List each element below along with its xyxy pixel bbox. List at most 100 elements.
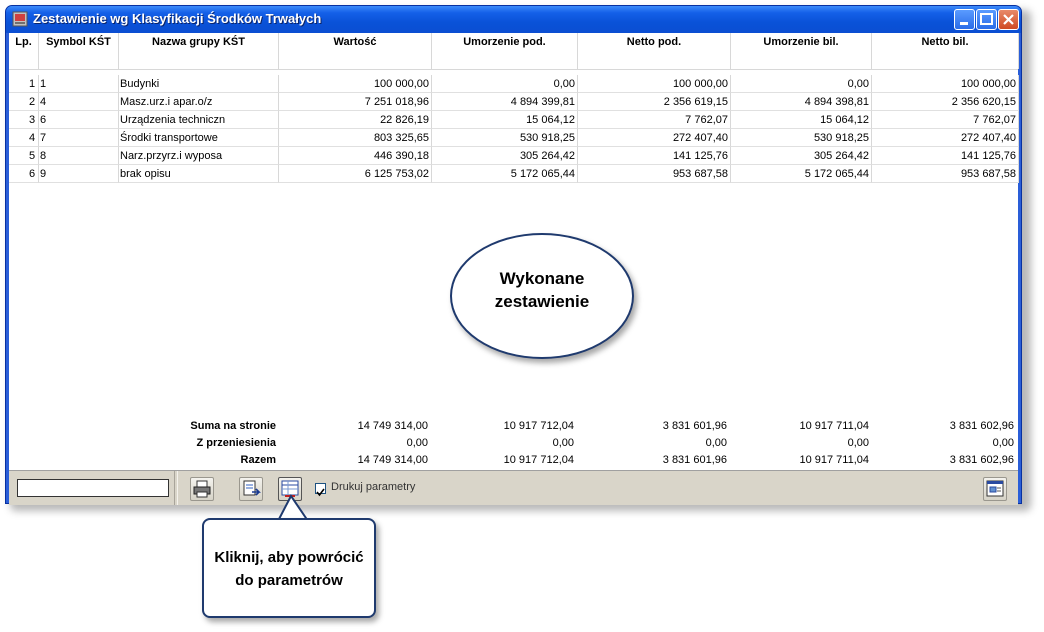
cell-name: Narz.przyrz.i wyposa [119, 147, 279, 165]
cell-lp: 2 [9, 93, 39, 111]
view-icon [986, 480, 1004, 497]
cell-name: Środki transportowe [119, 129, 279, 147]
maximize-icon [980, 13, 993, 25]
col-netto-pod[interactable]: Netto pod. [578, 33, 731, 69]
cell-umorz-bil: 0,00 [731, 75, 872, 93]
cell-symbol: 1 [39, 75, 119, 93]
cell-lp: 6 [9, 165, 39, 183]
table-row[interactable]: 5 8 Narz.przyrz.i wyposa 446 390,18 305 264,… [9, 147, 1019, 165]
cell-name: Budynki [119, 75, 279, 93]
summary-row: Suma na stronie 14 749 314,00 10 917 712,0… [9, 418, 1018, 434]
summary-netto-pod: 3 831 601,96 [662, 454, 727, 466]
summary-netto-bil: 0,00 [992, 437, 1014, 449]
close-icon [1003, 14, 1014, 25]
cell-umorz-pod: 530 918,25 [432, 129, 578, 147]
cell-wartosc: 803 325,65 [279, 129, 432, 147]
minimize-icon [960, 22, 968, 25]
col-name[interactable]: Nazwa grupy KŚT [119, 33, 279, 69]
callout-report-done: Wykonane zestawienie [450, 233, 634, 359]
window-title: Zestawienie wg Klasyfikacji Środków Trwa… [33, 11, 322, 26]
header-divider [9, 69, 1018, 70]
cell-netto-bil: 100 000,00 [872, 75, 1019, 93]
cell-netto-pod: 141 125,76 [578, 147, 731, 165]
cell-symbol: 4 [39, 93, 119, 111]
col-lp[interactable]: Lp. [9, 33, 39, 69]
cell-netto-pod: 7 762,07 [578, 111, 731, 129]
summary-umorz-bil: 10 917 711,04 [799, 420, 869, 432]
table-row[interactable]: 4 7 Środki transportowe 803 325,65 530 918,2… [9, 129, 1019, 147]
view-button[interactable] [983, 477, 1007, 501]
cell-lp: 1 [9, 75, 39, 93]
cell-lp: 3 [9, 111, 39, 129]
cell-umorz-pod: 4 894 399,81 [432, 93, 578, 111]
col-netto-bil[interactable]: Netto bil. [872, 33, 1019, 69]
cell-netto-pod: 2 356 619,15 [578, 93, 731, 111]
cell-netto-bil: 953 687,58 [872, 165, 1019, 183]
cell-wartosc: 22 826,19 [279, 111, 432, 129]
summary-wartosc: 14 749 314,00 [357, 420, 428, 432]
summary-wartosc: 0,00 [406, 437, 428, 449]
cell-umorz-bil: 305 264,42 [731, 147, 872, 165]
report-window: Zestawienie wg Klasyfikacji Środków Trwa… [5, 5, 1022, 505]
summary-netto-pod: 3 831 601,96 [662, 420, 727, 432]
col-umorzenie-pod[interactable]: Umorzenie pod. [432, 33, 578, 69]
table-row[interactable]: 3 6 Urządzenia techniczn 22 826,19 15 064,12… [9, 111, 1019, 129]
cell-netto-bil: 272 407,40 [872, 129, 1019, 147]
print-button[interactable] [190, 477, 214, 501]
summary-umorz-pod: 10 917 712,04 [503, 420, 574, 432]
summary-umorz-bil: 0,00 [847, 437, 869, 449]
summary-row: Razem 14 749 314,00 10 917 712,04 3 831 601… [9, 452, 1018, 468]
title-bar[interactable]: Zestawienie wg Klasyfikacji Środków Trwa… [6, 6, 1021, 33]
col-umorzenie-bil[interactable]: Umorzenie bil. [731, 33, 872, 69]
export-icon [243, 480, 261, 496]
summary-umorz-pod: 0,00 [552, 437, 574, 449]
callout-report-done-line2: zestawienie [494, 292, 590, 311]
cell-umorz-pod: 15 064,12 [432, 111, 578, 129]
app-icon [12, 11, 28, 27]
cell-lp: 4 [9, 129, 39, 147]
callout-back-line1: Kliknij, aby powrócić [214, 549, 364, 566]
table-row[interactable]: 6 9 brak opisu 6 125 753,02 5 172 065,44 953 … [9, 165, 1019, 183]
cell-wartosc: 7 251 018,96 [279, 93, 432, 111]
print-parameters-label: Drukuj parametry [331, 481, 416, 493]
callout-report-done-line1: Wykonane [499, 269, 585, 288]
cell-umorz-bil: 15 064,12 [731, 111, 872, 129]
cell-name: Urządzenia techniczn [119, 111, 279, 129]
export-button[interactable] [239, 477, 263, 501]
cell-wartosc: 446 390,18 [279, 147, 432, 165]
col-symbol[interactable]: Symbol KŚT [39, 33, 119, 69]
table-row[interactable]: 2 4 Masz.urz.i apar.o/z 7 251 018,96 4 894 3… [9, 93, 1019, 111]
cell-symbol: 8 [39, 147, 119, 165]
summary-netto-bil: 3 831 602,96 [949, 454, 1014, 466]
cell-netto-bil: 141 125,76 [872, 147, 1019, 165]
print-parameters-checkbox[interactable] [315, 483, 326, 497]
col-wartosc[interactable]: Wartość [279, 33, 432, 69]
cell-wartosc: 100 000,00 [279, 75, 432, 93]
summary-wartosc: 14 749 314,00 [357, 454, 428, 466]
cell-netto-pod: 100 000,00 [578, 75, 731, 93]
cell-symbol: 6 [39, 111, 119, 129]
cell-umorz-pod: 5 172 065,44 [432, 165, 578, 183]
checkmark-icon [316, 488, 325, 497]
cell-name: Masz.urz.i apar.o/z [119, 93, 279, 111]
summary-netto-pod: 0,00 [705, 437, 727, 449]
table-header: Lp. Symbol KŚT Nazwa grupy KŚT Wartość U… [9, 33, 1019, 69]
cell-name: brak opisu [119, 165, 279, 183]
summary-umorz-bil: 10 917 711,04 [799, 454, 869, 466]
table-row[interactable]: 1 1 Budynki 100 000,00 0,00 100 000,00 0,00 100… [9, 75, 1019, 93]
cell-umorz-bil: 530 918,25 [731, 129, 872, 147]
maximize-button[interactable] [976, 9, 997, 30]
close-button[interactable] [998, 9, 1019, 30]
cell-umorz-pod: 305 264,42 [432, 147, 578, 165]
summary-label: Razem [240, 454, 276, 466]
cell-umorz-bil: 4 894 398,81 [731, 93, 872, 111]
callout-back-line2: do parametrów [235, 572, 343, 589]
cell-wartosc: 6 125 753,02 [279, 165, 432, 183]
summary-netto-bil: 3 831 602,96 [949, 420, 1014, 432]
search-input[interactable] [17, 479, 169, 497]
cell-umorz-bil: 5 172 065,44 [731, 165, 872, 183]
bottom-toolbar: Drukuj parametry [9, 470, 1018, 505]
cell-symbol: 9 [39, 165, 119, 183]
minimize-button[interactable] [954, 9, 975, 30]
report-area: Lp. Symbol KŚT Nazwa grupy KŚT Wartość U… [9, 33, 1019, 505]
